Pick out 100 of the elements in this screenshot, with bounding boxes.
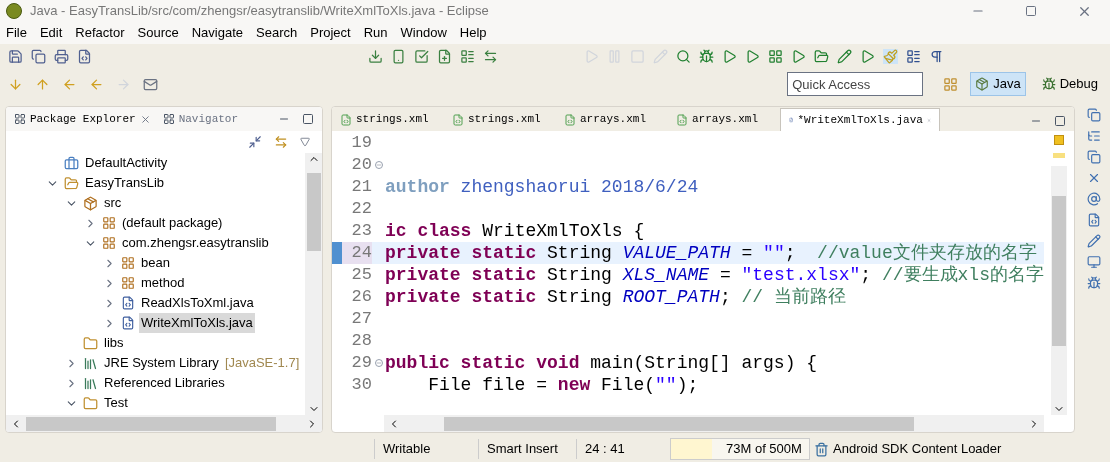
toolbar-icon[interactable] <box>768 49 783 64</box>
scrollbar-thumb[interactable] <box>444 416 914 431</box>
line-number: 26 <box>350 286 372 308</box>
menu-item[interactable]: Run <box>363 23 388 43</box>
trim-stack-icon[interactable] <box>1087 150 1101 164</box>
overview-marker <box>1053 153 1065 158</box>
collapse-all-icon[interactable] <box>248 135 262 149</box>
window-title: Java - EasyTransLib/src/com/zhengsr/easytranslib/WriteXmlToXls.java - Eclipse <box>30 2 489 21</box>
trim-stack-icon[interactable] <box>1087 255 1101 269</box>
line-number: 20 <box>350 154 372 176</box>
java-file-icon <box>789 114 794 126</box>
toolbar-icon[interactable] <box>483 49 498 64</box>
xml-file-icon <box>564 113 576 126</box>
close-icon[interactable] <box>139 113 151 125</box>
line-number: 21 <box>350 176 372 198</box>
tree-item[interactable]: (default package) <box>120 213 225 233</box>
toolbar-icon[interactable] <box>8 49 23 64</box>
tree-item[interactable]: DefaultActivity <box>83 153 170 173</box>
tree-item[interactable]: src <box>102 193 124 213</box>
code-line: public static void main(String[] args) { <box>385 352 818 374</box>
scrollbar-thumb[interactable] <box>306 173 321 251</box>
tree-item[interactable]: bean <box>139 253 172 273</box>
toolbar-icon[interactable] <box>722 49 737 64</box>
tree-item[interactable]: Test <box>102 393 130 413</box>
view-tab[interactable]: Package Explorer <box>14 110 151 128</box>
maximize-icon[interactable] <box>1025 5 1037 17</box>
fold-icon[interactable] <box>374 161 383 169</box>
editor-tab[interactable]: *WriteXmlToXls.java <box>780 108 940 131</box>
tree-item[interactable]: JRE System Library <box>102 353 221 373</box>
menu-item[interactable]: File <box>6 23 27 43</box>
maximize-icon[interactable] <box>302 113 314 125</box>
tree-item[interactable]: WriteXmlToXls.java <box>139 313 255 333</box>
quick-access-field[interactable]: Quick Access <box>787 72 924 96</box>
editor-tab[interactable]: strings.xml <box>332 108 444 131</box>
tree-item[interactable]: ReadXlsToXml.java <box>139 293 256 313</box>
toolbar-icon[interactable] <box>54 49 69 64</box>
menu-item[interactable]: Navigate <box>191 23 243 43</box>
view-icon <box>162 113 175 125</box>
view-menu-icon[interactable] <box>300 137 310 147</box>
heap-status[interactable]: 73M of 500M <box>670 438 810 460</box>
trim-stack-icon[interactable] <box>1087 276 1101 290</box>
tree-item[interactable]: Referenced Libraries <box>102 373 227 393</box>
view-tab[interactable]: Navigator <box>162 110 239 128</box>
trim-stack-icon[interactable] <box>1087 129 1101 143</box>
link-editor-icon[interactable] <box>274 135 288 149</box>
package-icon <box>102 216 116 230</box>
scrollbar[interactable] <box>384 415 1044 432</box>
menu-item[interactable]: Search <box>256 23 298 43</box>
toolbar-icon[interactable] <box>837 49 852 64</box>
menu-item[interactable]: Help <box>459 23 487 43</box>
editor-tab[interactable]: arrays.xml <box>668 108 780 131</box>
open-perspective-icon[interactable] <box>943 76 959 92</box>
toolbar-icon[interactable] <box>791 49 806 64</box>
toolbar-icon[interactable] <box>676 49 691 64</box>
editor-tab[interactable]: strings.xml <box>444 108 556 131</box>
menu-item[interactable]: Project <box>310 23 351 43</box>
tree-item[interactable]: com.zhengsr.easytranslib <box>120 233 271 253</box>
tree-item[interactable]: method <box>139 273 187 293</box>
toolbar-icon[interactable] <box>929 49 944 64</box>
tree-item[interactable]: libs <box>102 333 126 353</box>
toolbar-icon[interactable] <box>814 49 829 64</box>
fold-icon[interactable] <box>374 359 383 367</box>
trim-stack-icon[interactable] <box>1087 213 1101 227</box>
toolbar-icon[interactable] <box>414 49 429 64</box>
toolbar-icon[interactable] <box>143 76 158 92</box>
code-line: private static String VALUE_PATH = ""; //value文件夹存放的名字 <box>385 242 1037 264</box>
tree-item[interactable]: EasyTransLib <box>83 173 166 193</box>
line-number: 28 <box>350 330 372 352</box>
scrollbar[interactable] <box>1051 166 1067 415</box>
perspective-button[interactable]: Java <box>970 72 1026 96</box>
trim-stack-icon[interactable] <box>1087 108 1101 122</box>
app-logo-icon <box>6 3 22 19</box>
menu-item[interactable]: Refactor <box>75 23 125 43</box>
menu-item[interactable]: Window <box>400 23 447 43</box>
toolbar-icon[interactable] <box>699 49 714 64</box>
toolbar-icon[interactable] <box>437 49 452 64</box>
toolbar-icon[interactable] <box>745 49 760 64</box>
scrollbar[interactable] <box>6 415 322 432</box>
trim-stack-icon[interactable] <box>1087 192 1101 206</box>
toolbar-icon[interactable] <box>391 49 406 64</box>
scrollbar-thumb[interactable] <box>1052 196 1066 346</box>
trim-stack-icon[interactable] <box>1087 171 1101 185</box>
editor-tab[interactable]: arrays.xml <box>556 108 668 131</box>
toolbar-icon[interactable] <box>31 49 46 64</box>
toolbar-icon[interactable] <box>368 49 383 64</box>
trim-stack-icon[interactable] <box>1087 234 1101 248</box>
toolbar-icon[interactable] <box>77 49 92 64</box>
toolbar-icon[interactable] <box>860 49 875 64</box>
toolbar-icon[interactable] <box>460 49 475 64</box>
perspective-button[interactable]: Debug <box>1037 72 1102 96</box>
maximize-icon[interactable] <box>1054 115 1066 127</box>
project-icon <box>64 155 79 171</box>
trash-icon[interactable] <box>814 441 829 457</box>
scrollbar-thumb[interactable] <box>26 416 276 431</box>
menu-item[interactable]: Edit <box>39 23 63 43</box>
folder-icon <box>83 395 98 411</box>
toolbar-icon[interactable] <box>906 49 921 64</box>
scrollbar[interactable] <box>305 153 322 415</box>
tree-item-note: [JavaSE-1.7] <box>224 354 300 373</box>
menu-item[interactable]: Source <box>137 23 179 43</box>
